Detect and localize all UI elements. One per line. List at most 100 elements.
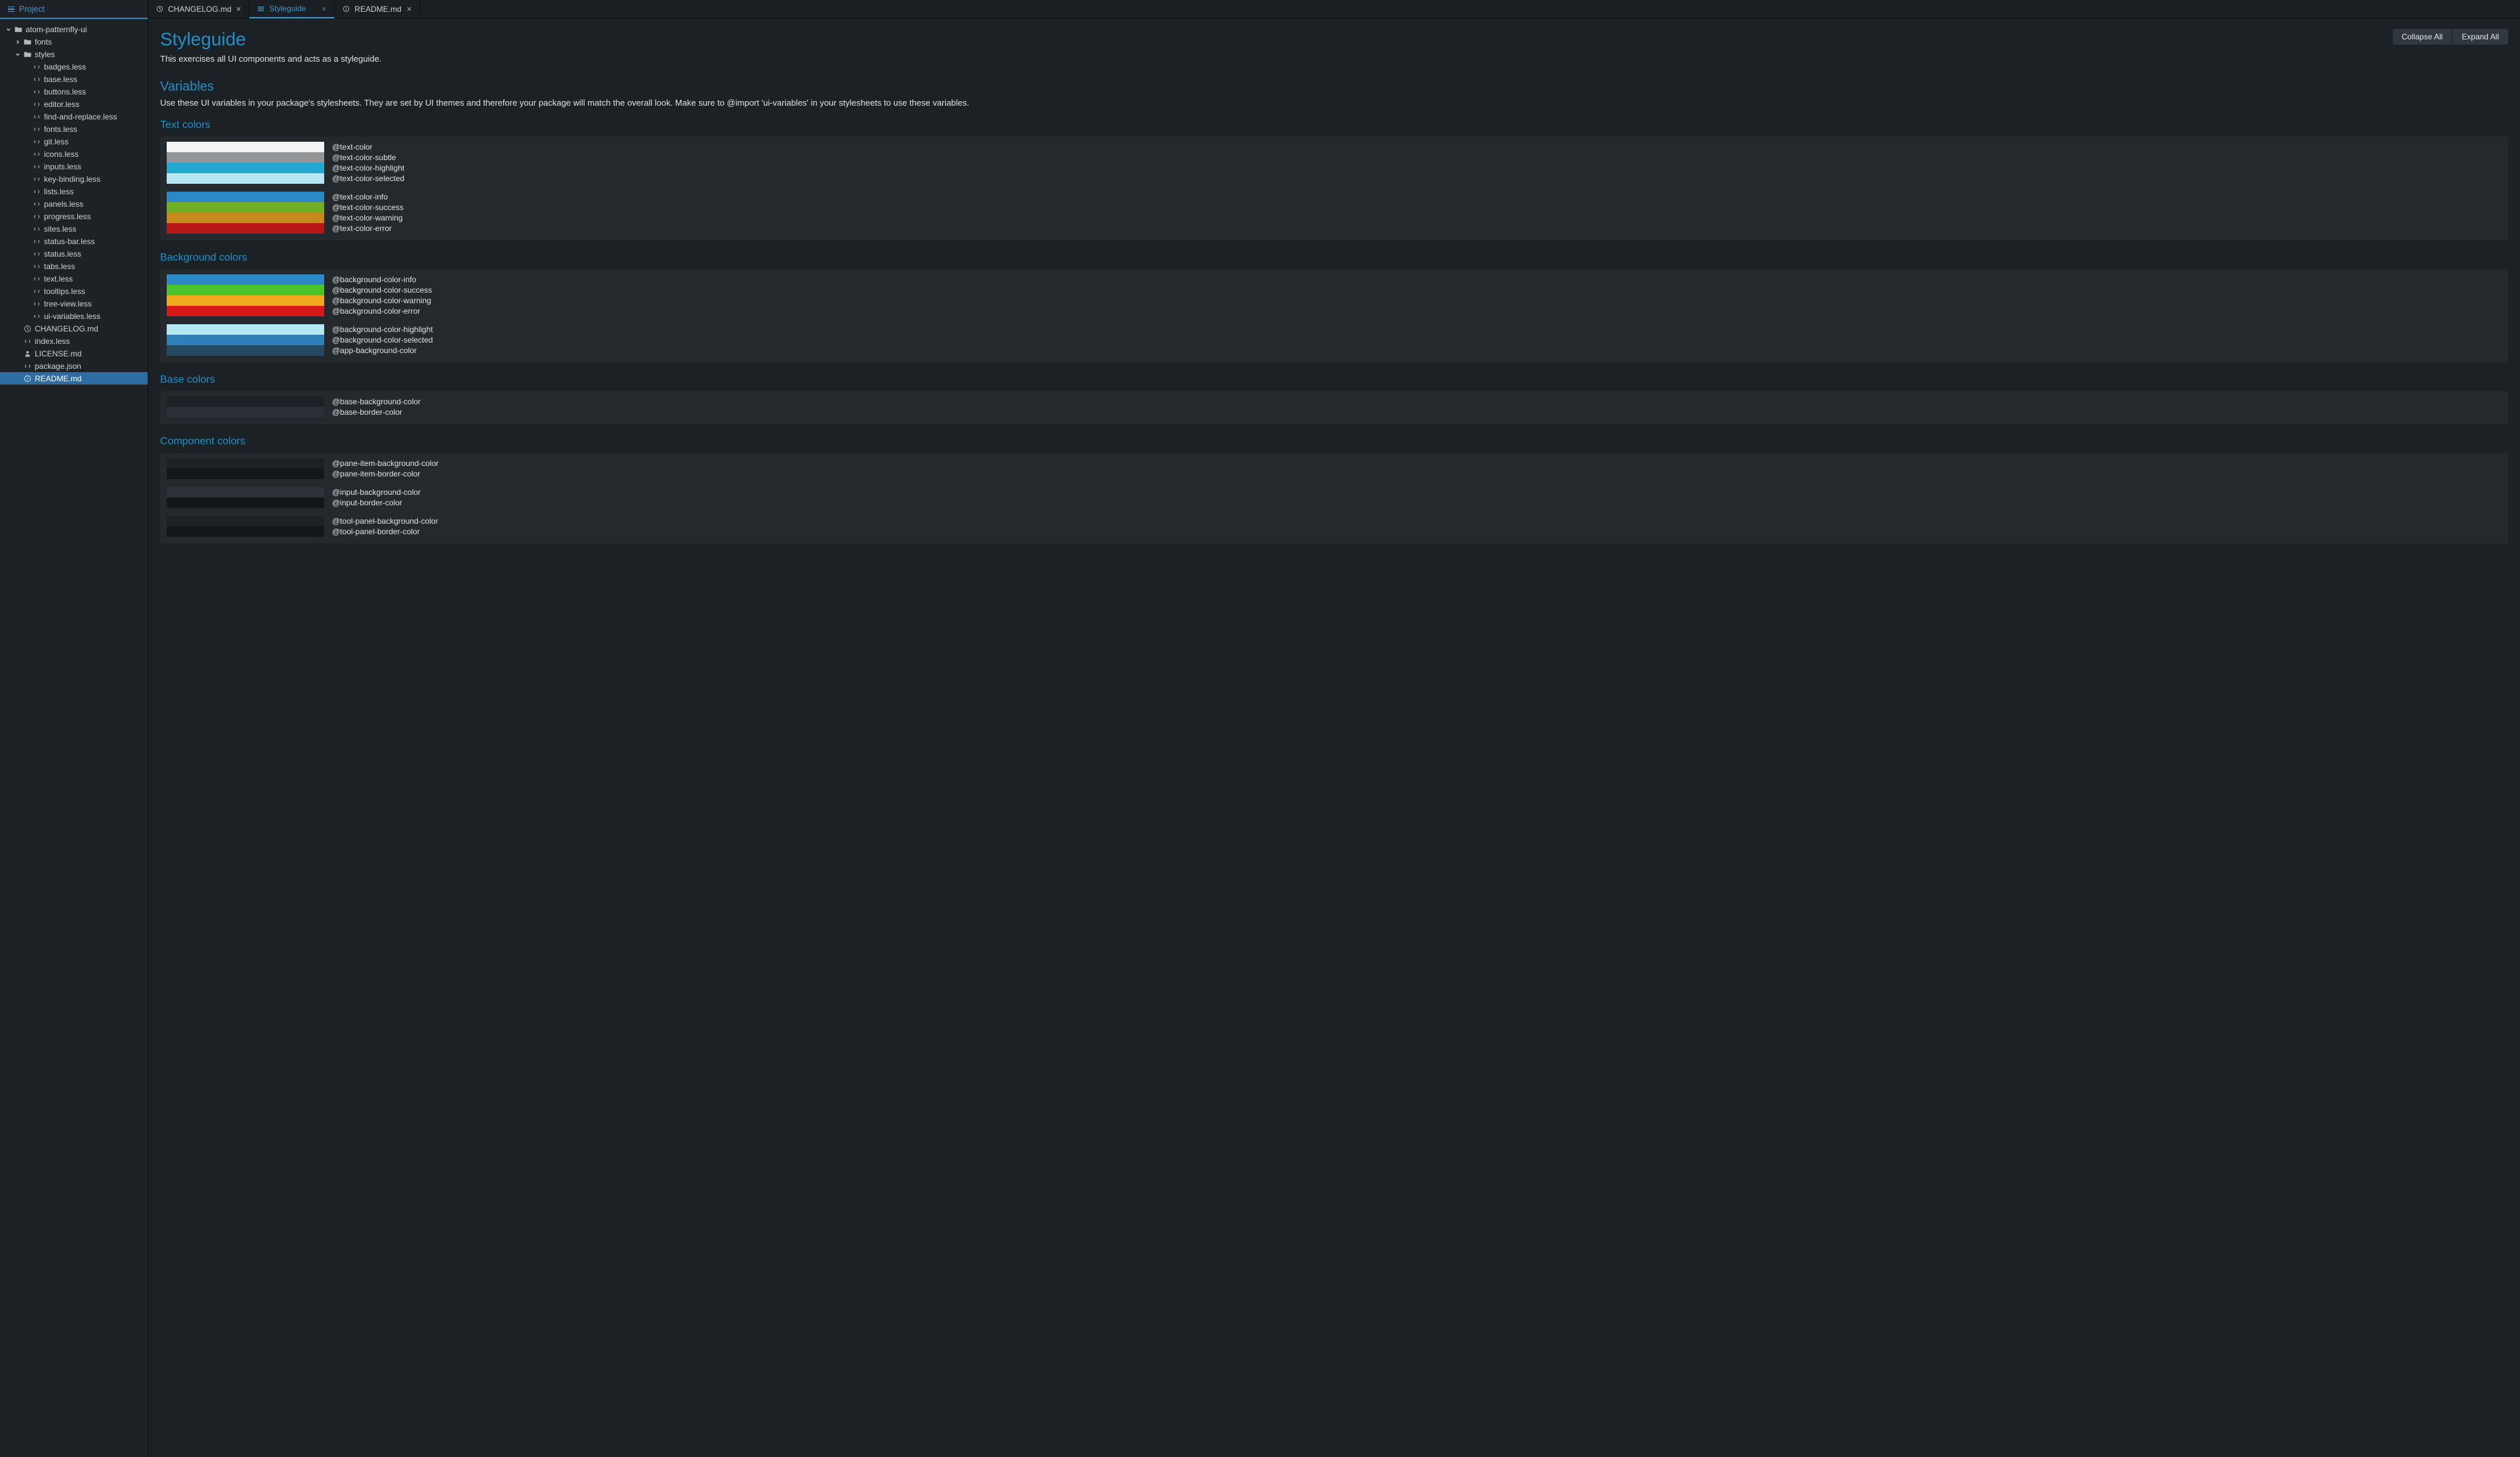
tab[interactable]: CHANGELOG.md×	[148, 0, 249, 18]
tree-file[interactable]: icons.less	[0, 148, 148, 160]
chevron-icon	[24, 101, 30, 107]
color-swatch	[167, 407, 324, 417]
chevron-icon	[14, 39, 20, 45]
swatch-label: @background-color-error	[332, 306, 420, 316]
tree-file[interactable]: editor.less	[0, 98, 148, 110]
tree-file[interactable]: panels.less	[0, 198, 148, 210]
tree-file[interactable]: base.less	[0, 73, 148, 85]
hamburger-icon	[257, 5, 264, 12]
tree-file[interactable]: text.less	[0, 272, 148, 285]
swatch-row: @background-color-highlight	[167, 324, 2502, 335]
folder-icon	[23, 37, 32, 46]
tree-item-label: base.less	[44, 75, 77, 84]
tree-file[interactable]: CHANGELOG.md	[0, 322, 148, 335]
expand-all-button[interactable]: Expand All	[2452, 29, 2508, 45]
tree-file[interactable]: git.less	[0, 135, 148, 148]
swatch-block: @base-background-color@base-border-color	[167, 396, 2502, 417]
tree-file[interactable]: sites.less	[0, 222, 148, 235]
color-swatch	[167, 458, 324, 469]
swatch-row: @input-background-color	[167, 487, 2502, 497]
color-swatch	[167, 526, 324, 537]
tree-file[interactable]: tabs.less	[0, 260, 148, 272]
chevron-icon	[24, 176, 30, 182]
tree-item-label: progress.less	[44, 212, 91, 221]
tree-file[interactable]: buttons.less	[0, 85, 148, 98]
chevron-icon	[24, 126, 30, 132]
file-code-icon	[32, 237, 41, 245]
close-icon[interactable]: ×	[322, 4, 327, 14]
chevron-icon	[5, 26, 11, 32]
tree-file[interactable]: ui-variables.less	[0, 310, 148, 322]
swatch-block: @background-color-info@background-color-…	[167, 274, 2502, 316]
swatch-label: @background-color-success	[332, 285, 432, 295]
tree-folder[interactable]: fonts	[0, 35, 148, 48]
chevron-icon	[24, 226, 30, 232]
tab-label: Styleguide	[269, 4, 316, 13]
sidebar-header-label: Project	[19, 5, 45, 14]
tree-file[interactable]: README.md	[0, 372, 148, 385]
color-swatch	[167, 306, 324, 316]
chevron-icon	[14, 51, 20, 57]
tab[interactable]: README.md ×	[335, 0, 420, 18]
tree-item-label: index.less	[35, 337, 70, 346]
tree-file[interactable]: inputs.less	[0, 160, 148, 173]
chevron-icon	[14, 363, 20, 369]
chevron-icon	[24, 238, 30, 244]
tree-item-label: README.md	[35, 374, 81, 383]
swatch-row: @tool-panel-border-color	[167, 526, 2502, 537]
group-title: Base colors	[160, 374, 2508, 386]
tree-item-label: fonts	[35, 37, 52, 47]
collapse-all-button[interactable]: Collapse All	[2393, 29, 2453, 45]
chevron-icon	[24, 64, 30, 70]
tree-file[interactable]: key-binding.less	[0, 173, 148, 185]
tree-file[interactable]: progress.less	[0, 210, 148, 222]
swatch-label: @base-border-color	[332, 408, 402, 417]
file-code-icon	[32, 87, 41, 96]
color-swatch	[167, 516, 324, 526]
color-swatch	[167, 324, 324, 335]
swatch-block: @background-color-highlight@background-c…	[167, 324, 2502, 356]
tree-file[interactable]: find-and-replace.less	[0, 110, 148, 123]
tree-file[interactable]: index.less	[0, 335, 148, 347]
tree-item-label: styles	[35, 50, 55, 59]
tree-file[interactable]: lists.less	[0, 185, 148, 198]
file-code-icon	[32, 249, 41, 258]
tree-folder[interactable]: styles	[0, 48, 148, 60]
tree-file[interactable]: LICENSE.md	[0, 347, 148, 360]
tree-file[interactable]: badges.less	[0, 60, 148, 73]
tree-file[interactable]: status-bar.less	[0, 235, 148, 247]
close-icon[interactable]: ×	[407, 4, 412, 14]
swatch-row: @text-color-highlight	[167, 163, 2502, 173]
tree-file[interactable]: package.json	[0, 360, 148, 372]
person-icon	[23, 349, 32, 358]
sidebar-header[interactable]: Project	[0, 0, 148, 19]
color-swatch	[167, 295, 324, 306]
chevron-icon	[24, 188, 30, 194]
swatch-row: @pane-item-border-color	[167, 469, 2502, 479]
editor-content[interactable]: Styleguide Collapse All Expand All This …	[148, 18, 2520, 1457]
tree-file[interactable]: tooltips.less	[0, 285, 148, 297]
tab[interactable]: Styleguide ×	[249, 0, 335, 18]
file-code-icon	[32, 262, 41, 270]
color-swatch	[167, 152, 324, 163]
color-swatch	[167, 469, 324, 479]
chevron-icon	[24, 263, 30, 269]
tree-item-label: sites.less	[44, 224, 76, 234]
file-code-icon	[32, 212, 41, 221]
file-code-icon	[32, 274, 41, 283]
tree-file[interactable]: fonts.less	[0, 123, 148, 135]
tree-item-label: tree-view.less	[44, 299, 92, 308]
tree-file[interactable]: status.less	[0, 247, 148, 260]
swatch-block: @text-color-info@text-color-success@text…	[167, 192, 2502, 234]
color-swatch	[167, 192, 324, 202]
swatch-label: @tool-panel-border-color	[332, 527, 420, 536]
info-icon	[343, 5, 350, 12]
chevron-icon	[24, 301, 30, 306]
tree-folder[interactable]: atom-patternfly-ui	[0, 23, 148, 35]
close-icon[interactable]: ×	[236, 4, 242, 14]
swatch-label: @text-color-success	[332, 203, 404, 212]
tab-label: README.md	[354, 5, 402, 14]
tree-item-label: LICENSE.md	[35, 349, 81, 358]
chevron-icon	[24, 213, 30, 219]
tree-file[interactable]: tree-view.less	[0, 297, 148, 310]
